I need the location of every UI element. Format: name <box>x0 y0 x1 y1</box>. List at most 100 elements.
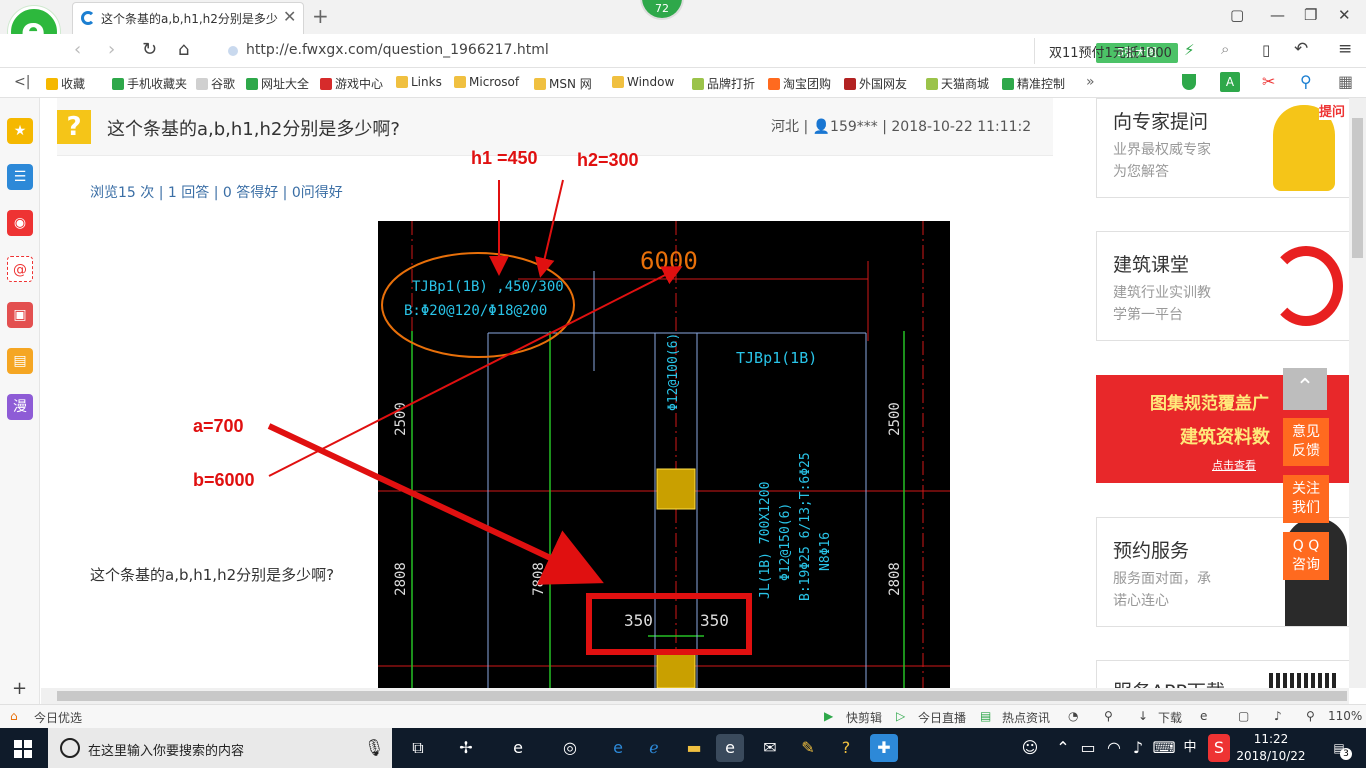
sidebar-toggle-icon[interactable]: <| <box>14 74 30 90</box>
swirl-app-icon[interactable]: ◎ <box>556 734 584 762</box>
ie-compat-icon[interactable]: e <box>1200 709 1207 723</box>
bookmark-item[interactable]: 收藏 <box>46 75 85 92</box>
people-icon[interactable]: ☺ <box>1016 734 1044 762</box>
bookmark-item[interactable]: 精准控制 <box>1002 75 1065 92</box>
edge-icon[interactable]: e <box>604 734 632 762</box>
vertical-scrollbar[interactable] <box>1349 98 1366 688</box>
skin-icon[interactable]: ▢ <box>1230 6 1244 24</box>
bookmark-item[interactable]: 手机收藏夹 <box>112 75 187 92</box>
bookmark-item[interactable]: 品牌打折 <box>692 75 755 92</box>
undo-icon[interactable]: ↶ <box>1294 39 1308 59</box>
plus-app-icon[interactable]: ✚ <box>870 734 898 762</box>
magnifier-icon[interactable]: ⚲ <box>1300 72 1312 91</box>
windows-start-icon[interactable] <box>14 740 32 758</box>
bookmark-item[interactable]: 外国网友 <box>844 75 907 92</box>
shield-icon[interactable] <box>1182 74 1196 90</box>
grid-icon[interactable]: ▦ <box>1338 72 1353 91</box>
notification-badge[interactable]: 72 <box>640 0 684 20</box>
qq-consult-button[interactable]: Q Q 咨询 <box>1283 532 1329 580</box>
zoom-icon[interactable]: ⚲ <box>1306 709 1315 723</box>
follow-us-button[interactable]: 关注 我们 <box>1283 475 1329 523</box>
internet-explorer-icon[interactable]: ℯ <box>640 734 668 762</box>
bookmark-item[interactable]: Links <box>396 75 442 89</box>
favorites-icon[interactable]: ★ <box>7 118 33 144</box>
card-title: 预约服务 <box>1113 540 1190 562</box>
keyboard-icon[interactable]: ⌨ <box>1152 734 1176 762</box>
microphone-icon[interactable]: 🎙 <box>364 738 384 757</box>
building-class-card[interactable]: 建筑课堂 建筑行业实训教 学第一平台 <box>1096 231 1350 341</box>
back-to-top-icon[interactable]: ⌃ <box>1283 368 1327 410</box>
bookmark-item[interactable]: MSN 网 <box>534 75 592 92</box>
help-app-icon[interactable]: ? <box>832 734 860 762</box>
bookmark-item[interactable]: Window <box>612 75 674 89</box>
app-download-card[interactable]: 服务APP下载 <box>1096 660 1350 688</box>
window-icon[interactable]: ▢ <box>1238 709 1249 723</box>
tab-close-icon[interactable]: ✕ <box>283 7 296 26</box>
search-icon[interactable]: ⌕ <box>1221 40 1229 58</box>
news-icon[interactable]: ☰ <box>7 164 33 190</box>
browser-active-icon[interactable]: e <box>716 734 744 762</box>
menu-icon[interactable]: ≡ <box>1338 39 1352 59</box>
bookmark-item[interactable]: Microsof <box>454 75 519 89</box>
feedback-button[interactable]: 意见 反馈 <box>1283 418 1329 466</box>
status-item[interactable]: 下载 <box>1158 709 1182 726</box>
book-icon[interactable]: ▤ <box>7 348 33 374</box>
search-box[interactable]: 双11预付1元抵1000 ⌕ <box>1034 38 1244 64</box>
zoom-level[interactable]: 110% <box>1328 709 1362 723</box>
translate-icon[interactable]: A <box>1220 72 1240 92</box>
pinwheel-app-icon[interactable]: ✢ <box>452 734 480 762</box>
bookmark-item[interactable]: 天猫商城 <box>926 75 989 92</box>
mail-icon[interactable]: @ <box>7 256 33 282</box>
bookmark-item[interactable]: 游戏中心 <box>320 75 383 92</box>
wifi-icon[interactable]: ◠ <box>1104 734 1124 762</box>
status-item[interactable]: 热点资讯 <box>1002 709 1050 726</box>
system-tray-icon[interactable]: ▭ <box>1078 734 1098 762</box>
navigation-bar: ‹ › ↻ ⌂ http://e.fwxgx.com/question_1966… <box>0 34 1366 68</box>
speaker-icon[interactable]: ♪ <box>1128 734 1148 762</box>
pin-icon[interactable]: ⚲ <box>1104 709 1113 723</box>
bookmark-item[interactable]: 淘宝团购 <box>768 75 831 92</box>
scrollbar-thumb[interactable] <box>1352 118 1363 258</box>
bookmark-item[interactable]: 谷歌 <box>196 75 235 92</box>
notes-icon[interactable]: ✎ <box>794 734 822 762</box>
status-item[interactable]: 快剪辑 <box>846 709 882 726</box>
restore-button[interactable]: ❐ <box>1304 6 1317 24</box>
minimize-button[interactable]: — <box>1270 6 1285 24</box>
horizontal-scrollbar[interactable] <box>41 688 1349 704</box>
weibo-icon[interactable]: ◉ <box>7 210 33 236</box>
mail-icon[interactable]: ✉ <box>756 734 784 762</box>
url-text[interactable]: http://e.fwxgx.com/question_1966217.html <box>246 42 549 58</box>
show-hidden-icons[interactable]: ⌃ <box>1054 734 1072 762</box>
ask-expert-card[interactable]: 向专家提问 业界最权威专家 为您解答 提问 <box>1096 98 1350 198</box>
forward-icon[interactable]: › <box>108 39 115 60</box>
scrollbar-thumb[interactable] <box>57 691 1347 701</box>
mobile-icon[interactable]: ▯ <box>1262 41 1270 59</box>
sogou-ime-icon[interactable]: S <box>1208 734 1230 762</box>
file-explorer-icon[interactable]: ▬ <box>680 734 708 762</box>
address-bar[interactable]: http://e.fwxgx.com/question_1966217.html… <box>222 38 1195 64</box>
comic-icon[interactable]: 漫 <box>7 394 33 420</box>
refresh-icon[interactable]: ↻ <box>142 39 157 60</box>
bookmark-item[interactable]: 网址大全 <box>246 75 309 92</box>
browser-tab[interactable]: 这个条基的a,b,h1,h2分别是多少 ✕ <box>72 2 304 34</box>
scissors-icon[interactable]: ✂ <box>1262 72 1275 91</box>
ime-indicator[interactable]: 中 <box>1180 734 1200 762</box>
add-icon[interactable]: + <box>12 678 27 699</box>
back-icon[interactable]: ‹ <box>74 39 81 60</box>
new-tab-button[interactable]: + <box>312 4 329 28</box>
more-bookmarks-icon[interactable]: » <box>1086 74 1095 90</box>
close-window-button[interactable]: ✕ <box>1338 6 1351 24</box>
status-left-label[interactable]: 今日优选 <box>34 709 82 726</box>
notification-center-icon[interactable]: ▤ 3 <box>1326 734 1352 762</box>
status-item[interactable]: 今日直播 <box>918 709 966 726</box>
volume-icon[interactable]: ♪ <box>1274 709 1282 723</box>
task-view-icon[interactable]: ⧉ <box>404 734 432 762</box>
taskbar-search[interactable]: 在这里输入你要搜索的内容 🎙 <box>48 728 392 768</box>
taskbar-clock[interactable]: 11:22 2018/10/22 <box>1236 731 1306 765</box>
game-icon[interactable]: ▣ <box>7 302 33 328</box>
banner-link[interactable]: 点击查看 <box>1212 457 1256 473</box>
home-icon[interactable]: ⌂ <box>178 39 189 60</box>
promo-text[interactable]: 双11预付1元抵1000 <box>1049 42 1172 61</box>
ie-app-icon[interactable]: e <box>504 734 532 762</box>
speed-icon[interactable]: ◔ <box>1068 709 1078 723</box>
